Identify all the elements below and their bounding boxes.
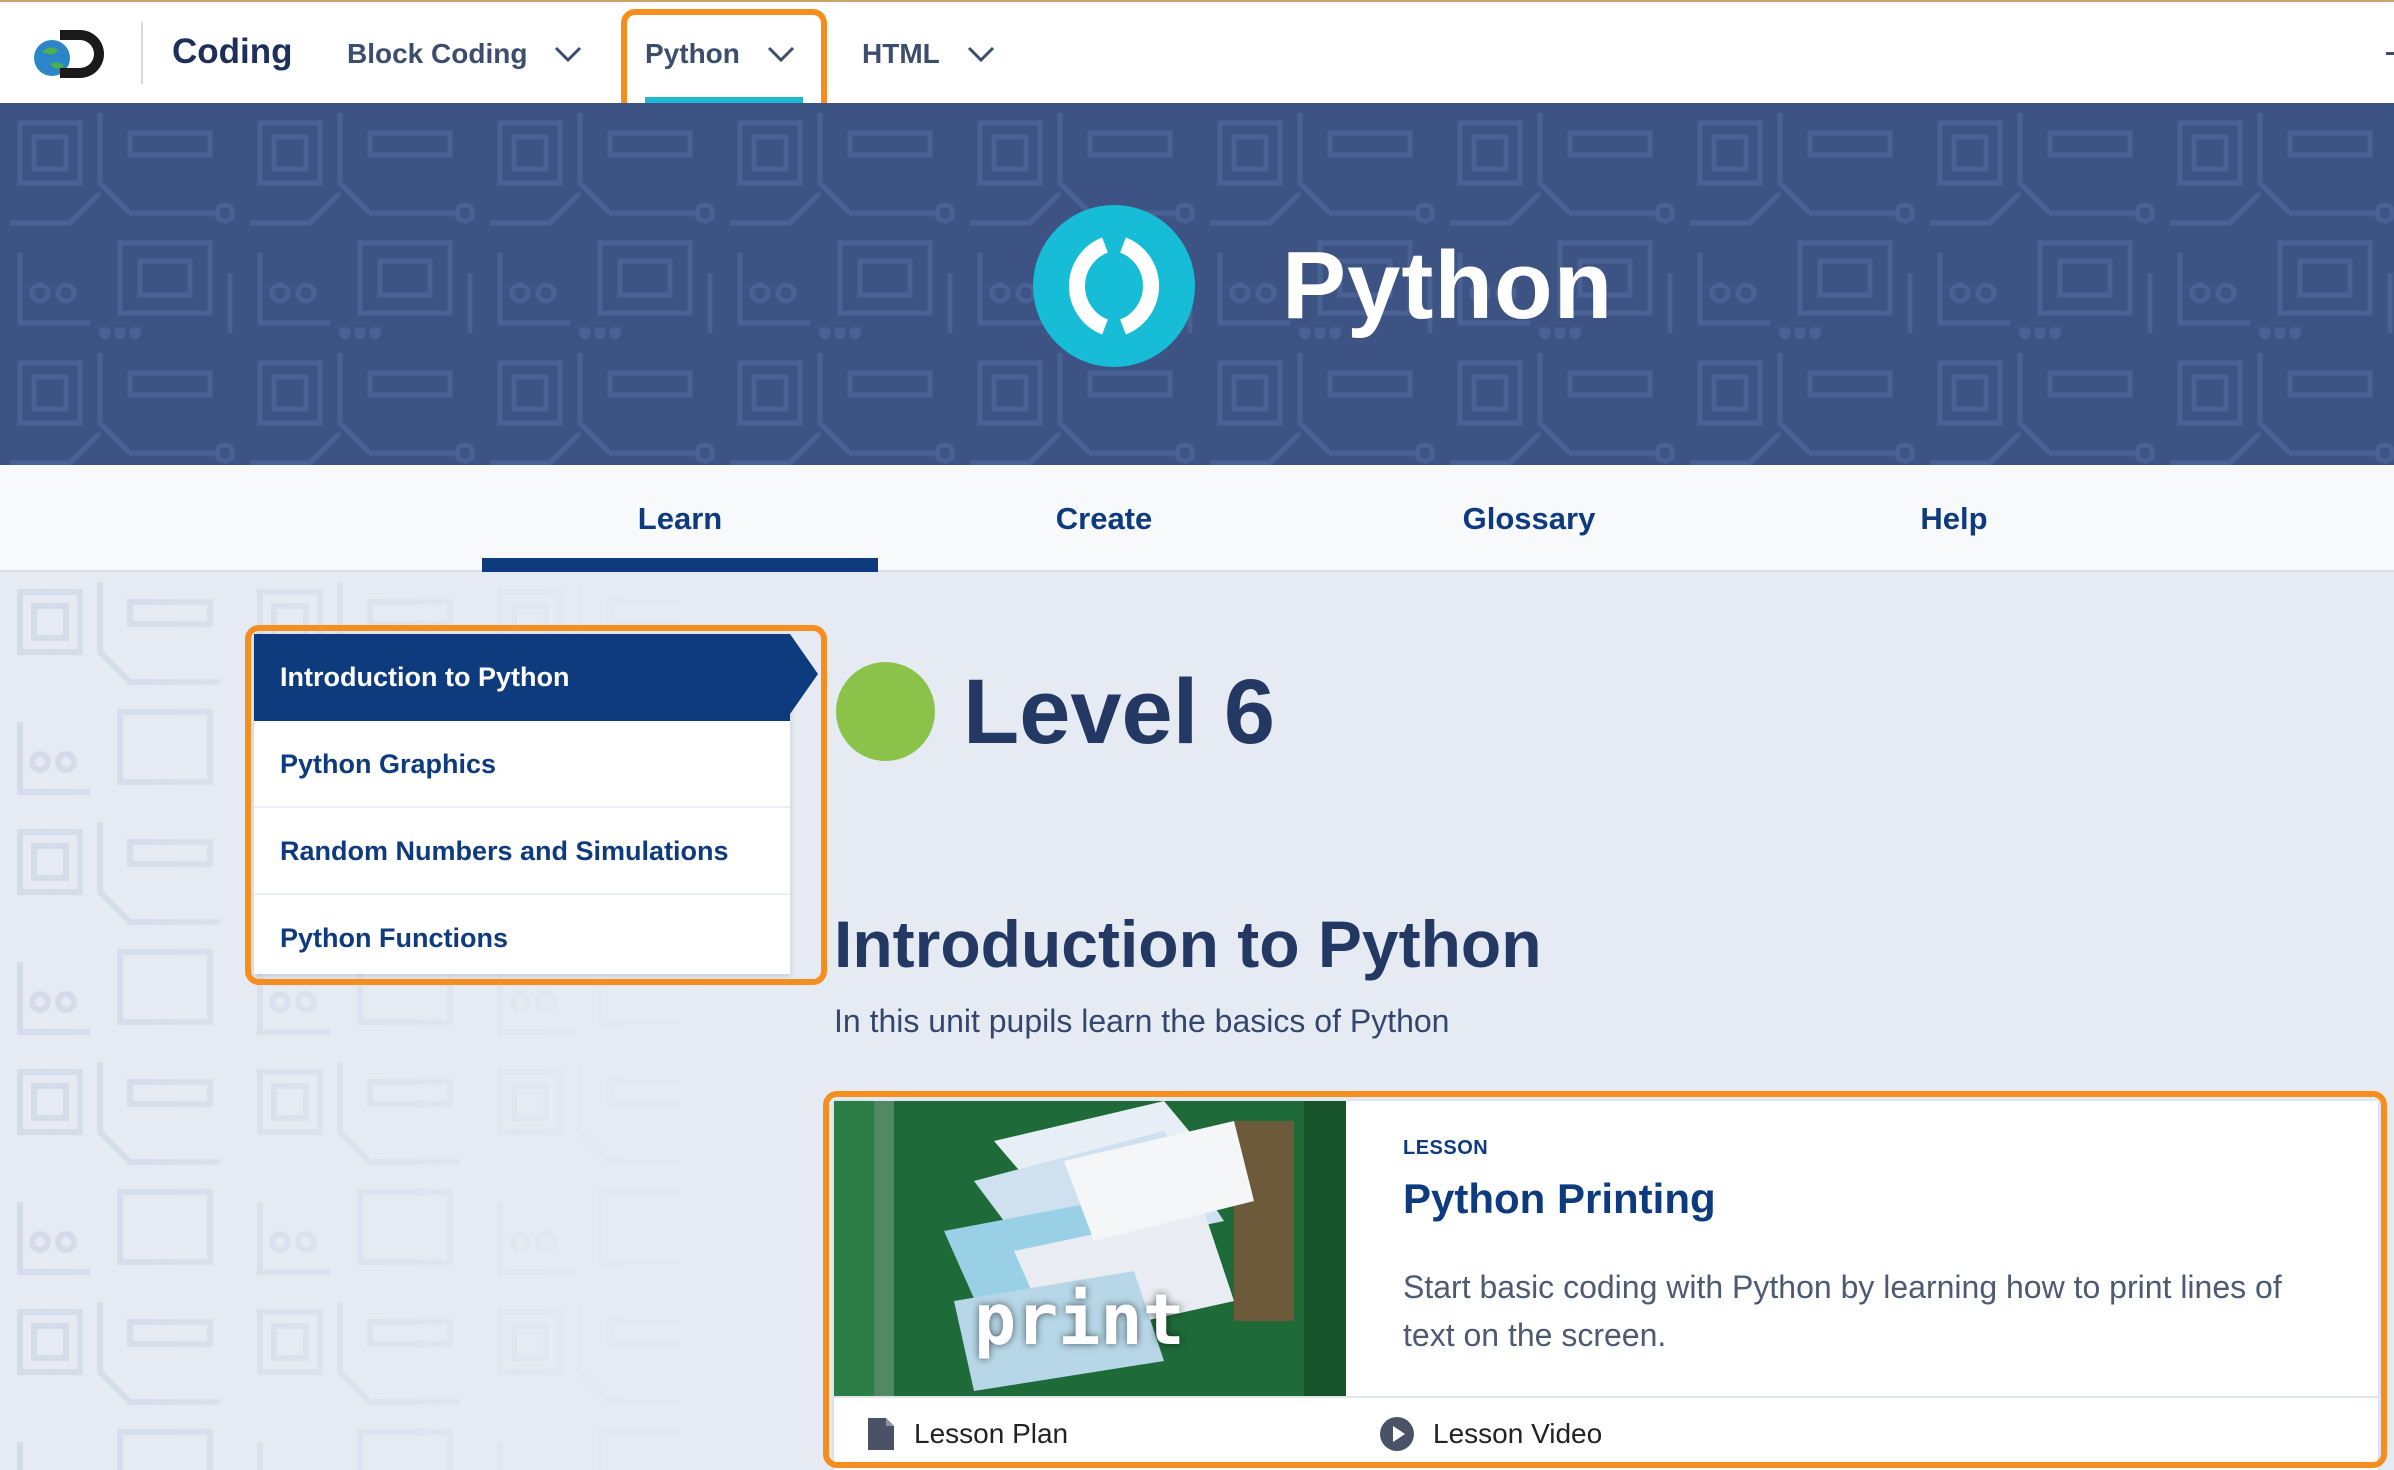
brand-title[interactable]: Coding [172,32,293,72]
hero-title: Python [1282,232,1614,339]
nav-divider [141,22,143,84]
tab-help[interactable]: Help [1874,501,2034,537]
level-title: Level 6 [963,661,1275,763]
tab-create[interactable]: Create [1006,501,1202,537]
highlight-lesson-card [823,1091,2387,1468]
hero-banner: Python [0,103,2394,465]
nav-html-label: HTML [862,38,940,69]
tab-glossary[interactable]: Glossary [1424,501,1634,537]
nav-block-coding[interactable]: Block Coding [347,38,583,70]
tab-learn[interactable]: Learn [482,501,878,537]
nav-overflow-mark [2386,52,2394,55]
nav-html[interactable]: HTML [862,38,996,70]
section-tabs: Learn Create Glossary Help [0,465,2394,572]
chevron-down-icon [967,46,994,63]
level-indicator-dot [836,662,935,761]
chevron-down-icon [555,46,582,63]
circuit-pattern [0,103,2394,465]
nav-block-coding-label: Block Coding [347,38,528,69]
tab-learn-active-indicator [482,558,878,572]
top-navigation: Coding Block Coding Python HTML [0,0,2394,104]
unit-description: In this unit pupils learn the basics of … [834,1003,1450,1039]
unit-title: Introduction to Python [834,907,1542,981]
parentheses-icon [1033,205,1195,367]
highlight-sidebar [245,625,827,985]
discovery-logo-icon[interactable] [30,24,115,84]
